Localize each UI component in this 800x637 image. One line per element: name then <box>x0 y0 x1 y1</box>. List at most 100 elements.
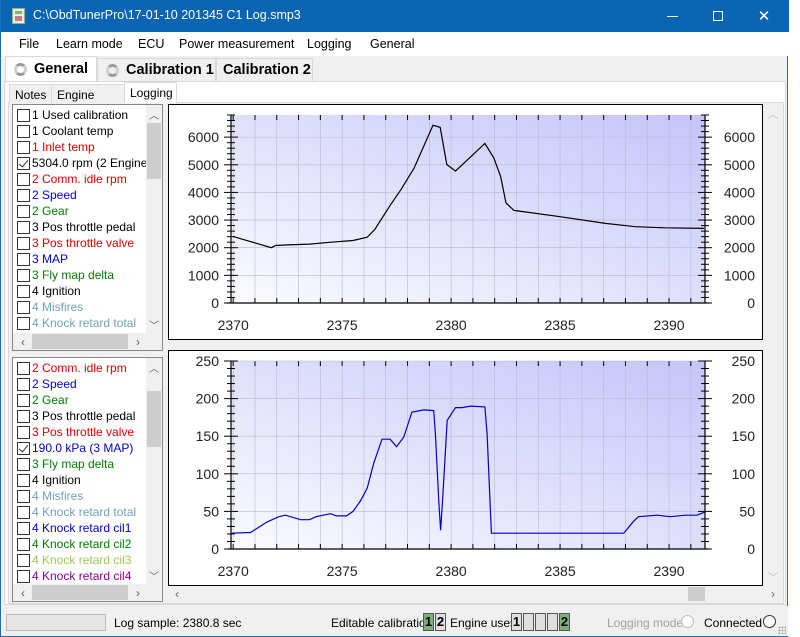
channel-checkbox[interactable] <box>17 425 30 439</box>
channel-checkbox[interactable] <box>17 252 30 266</box>
list-item[interactable]: 3 Pos throttle pedal <box>17 219 135 235</box>
tab-calibration-2[interactable]: Calibration 2 <box>216 58 313 81</box>
list-item[interactable]: 4 Misfires <box>17 299 83 315</box>
channel-checkbox[interactable] <box>17 361 30 375</box>
resize-grip[interactable] <box>778 626 786 634</box>
tab-calibration-1[interactable]: Calibration 1 <box>97 58 216 81</box>
channel-checkbox[interactable] <box>17 300 30 314</box>
list-item[interactable]: 4 Knock retard cil3 <box>17 552 131 568</box>
channel-checkbox[interactable] <box>17 441 30 455</box>
chart-horizontal-scrollbar[interactable]: ‹ › <box>168 586 782 602</box>
list-item[interactable]: 2 Speed <box>17 187 77 203</box>
list-item[interactable]: 3 Pos throttle valve <box>17 235 134 251</box>
tab-engine-setup[interactable]: Engine setup <box>51 84 125 116</box>
list-item[interactable]: 4 Misfires <box>17 488 83 504</box>
close-button[interactable]: ✕ <box>741 0 787 32</box>
scroll-up-icon[interactable]: ︿ <box>146 107 162 122</box>
scroll-thumb[interactable] <box>32 585 128 600</box>
channel-checkbox[interactable] <box>17 393 30 407</box>
list-item[interactable]: 4 Knock retard cil2 <box>17 536 131 552</box>
tab-general[interactable]: General <box>5 56 97 81</box>
list-item[interactable]: 1 Coolant temp <box>17 123 113 139</box>
channel-list-1[interactable]: 1 Used calibration 1 Coolant temp 1 Inlet … <box>12 104 163 351</box>
list-2-vertical-scrollbar[interactable]: ︿ ﹀ <box>146 358 162 584</box>
channel-checkbox[interactable] <box>17 521 30 535</box>
channel-checkbox[interactable] <box>17 377 30 391</box>
menu-file[interactable]: File <box>19 37 39 51</box>
list-1-vertical-scrollbar[interactable]: ︿ ﹀ <box>146 105 162 333</box>
scroll-left-icon[interactable]: ‹ <box>169 587 185 601</box>
list-item[interactable]: 3 Fly map delta <box>17 456 114 472</box>
list-item[interactable]: 2 Gear <box>17 392 69 408</box>
list-item[interactable]: 5304.0 rpm (2 Engine rp <box>17 155 161 171</box>
map-chart[interactable]: 2370 2375 2380 2385 2390 0 0 50 50 100 100 150 150 20… <box>169 351 762 585</box>
channel-checkbox[interactable] <box>17 489 30 503</box>
list-item[interactable]: 1 Used calibration <box>17 107 128 123</box>
list-item[interactable]: 3 Pos throttle pedal <box>17 408 135 424</box>
title-bar[interactable]: C:\ObdTunerPro\17-01-10 201345 C1 Log.sm… <box>1 0 789 32</box>
list-item[interactable]: 4 Knock retard total <box>17 315 136 331</box>
scroll-left-icon[interactable]: ‹ <box>15 586 31 600</box>
tab-logging[interactable]: Logging <box>124 82 177 103</box>
list-item[interactable]: 2 Comm. idle rpm <box>17 171 127 187</box>
menu-general[interactable]: General <box>370 37 414 51</box>
scroll-right-icon[interactable]: › <box>765 587 781 601</box>
scroll-thumb[interactable] <box>147 391 161 447</box>
channel-checkbox[interactable] <box>17 220 30 234</box>
channel-checkbox[interactable] <box>17 268 30 282</box>
scroll-down-icon[interactable]: ﹀ <box>765 569 781 584</box>
menu-learn-mode[interactable]: Learn mode <box>56 37 123 51</box>
channel-checkbox[interactable] <box>17 553 30 567</box>
scroll-thumb[interactable] <box>688 587 705 601</box>
menu-ecu[interactable]: ECU <box>138 37 164 51</box>
channel-checkbox[interactable] <box>17 316 30 330</box>
scroll-thumb[interactable] <box>32 334 128 349</box>
menu-power-measurement[interactable]: Power measurement <box>179 37 294 51</box>
list-item[interactable]: 1 Inlet temp <box>17 139 95 155</box>
scroll-down-icon[interactable]: ﹀ <box>146 568 162 583</box>
tab-notes[interactable]: Notes <box>9 84 52 103</box>
list-item[interactable]: 4 Ignition <box>17 283 81 299</box>
channel-checkbox[interactable] <box>17 473 30 487</box>
list-item[interactable]: 2 Gear <box>17 203 69 219</box>
menu-logging[interactable]: Logging <box>307 37 352 51</box>
channel-checkbox[interactable] <box>17 409 30 423</box>
channel-checkbox[interactable] <box>17 236 30 250</box>
list-item[interactable]: 3 MAP <box>17 251 68 267</box>
scroll-down-icon[interactable]: ﹀ <box>146 317 162 332</box>
chart-vertical-scrollbar[interactable]: ︿ ﹀ <box>765 104 782 586</box>
channel-checkbox[interactable] <box>17 569 30 583</box>
channel-list-2[interactable]: 2 Comm. idle rpm 2 Speed 2 Gear 3 Pos throt… <box>12 357 163 602</box>
list-item[interactable]: 4 Ignition <box>17 472 81 488</box>
channel-checkbox[interactable] <box>17 124 30 138</box>
scroll-right-icon[interactable]: › <box>130 586 146 600</box>
scroll-up-icon[interactable]: ︿ <box>146 360 162 375</box>
rpm-chart[interactable]: 2370 2375 2380 2385 2390 0 0 1000 1000 2000 2000 30… <box>169 105 762 339</box>
maximize-button[interactable] <box>695 0 741 32</box>
list-1-horizontal-scrollbar[interactable]: ‹ › <box>13 333 162 350</box>
scroll-left-icon[interactable]: ‹ <box>15 335 31 349</box>
channel-checkbox[interactable] <box>17 140 30 154</box>
list-item[interactable]: 190.0 kPa (3 MAP) <box>17 440 133 456</box>
channel-checkbox[interactable] <box>17 172 30 186</box>
list-item[interactable]: 3 Fly map delta <box>17 267 114 283</box>
channel-checkbox[interactable] <box>17 284 30 298</box>
channel-checkbox[interactable] <box>17 204 30 218</box>
channel-checkbox[interactable] <box>17 156 30 170</box>
list-2-horizontal-scrollbar[interactable]: ‹ › <box>13 584 162 601</box>
channel-checkbox[interactable] <box>17 505 30 519</box>
channel-checkbox[interactable] <box>17 537 30 551</box>
scroll-up-icon[interactable]: ︿ <box>765 106 781 121</box>
minimize-button[interactable] <box>649 0 695 32</box>
channel-checkbox[interactable] <box>17 108 30 122</box>
list-item[interactable]: 2 Speed <box>17 376 77 392</box>
channel-checkbox[interactable] <box>17 457 30 471</box>
list-item[interactable]: 2 Comm. idle rpm <box>17 360 127 376</box>
list-item[interactable]: 4 Knock retard cil1 <box>17 520 131 536</box>
list-item[interactable]: 4 Knock retard cil4 <box>17 568 131 584</box>
list-item[interactable]: 3 Pos throttle valve <box>17 424 134 440</box>
list-item[interactable]: 4 Knock retard total <box>17 504 136 520</box>
scroll-right-icon[interactable]: › <box>130 335 146 349</box>
channel-checkbox[interactable] <box>17 188 30 202</box>
scroll-thumb[interactable] <box>147 123 161 179</box>
